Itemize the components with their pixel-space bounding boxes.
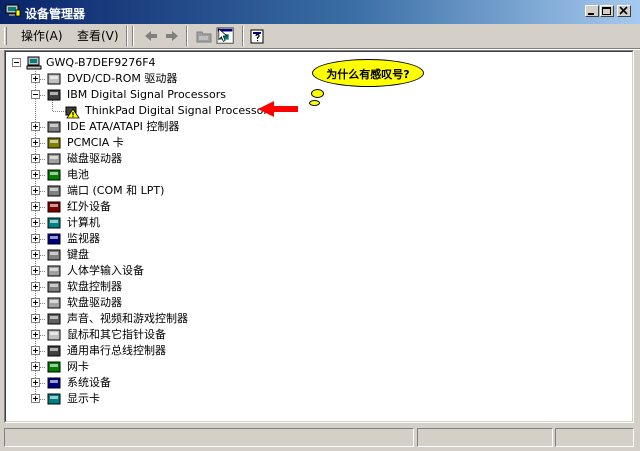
thought-bubble — [311, 89, 324, 98]
annotation-callout: 为什么有感叹号? — [312, 59, 424, 87]
menu-toolbar-bar: 操作(A) 查看(V) — [0, 24, 640, 49]
forward-arrow-icon[interactable] — [164, 27, 180, 45]
tree-root-label: GWQ-B7DEF9276F4 — [46, 56, 156, 69]
toolbar-separator — [186, 26, 188, 46]
properties-icon[interactable] — [215, 27, 237, 45]
tree-item-label: 磁盘驱动器 — [67, 152, 122, 165]
expand-toggle[interactable] — [31, 218, 40, 227]
tree-item-label: 监视器 — [67, 232, 100, 245]
pcmcia-icon — [47, 137, 61, 149]
disk-drive-icon — [47, 153, 61, 165]
close-button[interactable] — [617, 5, 631, 17]
floppy-drive-icon — [47, 297, 61, 309]
expand-toggle[interactable] — [31, 154, 40, 163]
maximize-button[interactable] — [600, 5, 614, 17]
collapse-toggle[interactable] — [31, 90, 40, 99]
collapse-toggle[interactable] — [12, 58, 21, 67]
infrared-icon — [47, 201, 61, 213]
expand-toggle[interactable] — [31, 346, 40, 355]
tree-item-label: 声音、视频和游戏控制器 — [67, 312, 188, 325]
monitor-icon — [47, 233, 61, 245]
expand-toggle[interactable] — [31, 282, 40, 291]
folder-icon[interactable] — [195, 27, 213, 45]
toolbar-separator — [126, 26, 128, 46]
toolbar-separator — [242, 26, 244, 46]
system-device-icon — [47, 377, 61, 389]
display-adapter-icon — [47, 393, 61, 405]
tree-child-label: ThinkPad Digital Signal Processor — [85, 104, 268, 117]
close-icon — [619, 6, 628, 15]
tree-item-label: 计算机 — [67, 216, 100, 229]
tree-item-label: 软盘驱动器 — [67, 296, 122, 309]
tree-item-label: 键盘 — [67, 248, 89, 261]
expand-toggle[interactable] — [31, 202, 40, 211]
help-icon[interactable] — [249, 27, 267, 45]
expand-toggle[interactable] — [31, 122, 40, 131]
computer-icon — [47, 217, 61, 229]
tree-item-label: 显示卡 — [67, 392, 100, 405]
status-bar-pane — [555, 428, 634, 447]
expand-toggle[interactable] — [31, 378, 40, 387]
tree-item-label: IBM Digital Signal Processors — [67, 88, 226, 101]
network-card-icon — [47, 361, 61, 373]
tree-item-label: 红外设备 — [67, 200, 111, 213]
red-arrow — [258, 101, 298, 117]
menu-action[interactable]: 操作(A) — [16, 27, 68, 45]
thought-bubble — [309, 100, 320, 106]
tree-item-label: 系统设备 — [67, 376, 111, 389]
port-icon — [47, 185, 61, 197]
back-arrow-icon[interactable] — [143, 27, 159, 45]
annotation-text: 为什么有感叹号? — [326, 68, 410, 81]
expand-toggle[interactable] — [31, 314, 40, 323]
device-manager-icon — [5, 4, 21, 17]
warning-device-icon — [65, 106, 80, 119]
minimize-icon — [588, 13, 594, 15]
expand-toggle[interactable] — [31, 330, 40, 339]
expand-toggle[interactable] — [31, 186, 40, 195]
menu-view[interactable]: 查看(V) — [72, 27, 124, 45]
status-bar-pane — [417, 428, 553, 447]
tree-item-label: 端口 (COM 和 LPT) — [67, 184, 165, 197]
tree-item-label: DVD/CD-ROM 驱动器 — [67, 72, 178, 85]
expand-toggle[interactable] — [31, 138, 40, 147]
floppy-controller-icon — [47, 281, 61, 293]
toolbar-separator — [132, 26, 134, 46]
hid-icon — [47, 265, 61, 277]
tree-item-label: 电池 — [67, 168, 89, 181]
ide-controller-icon — [47, 121, 61, 133]
window-title: 设备管理器 — [25, 7, 86, 21]
cdrom-icon — [47, 73, 61, 85]
tree-item-label: 鼠标和其它指针设备 — [67, 328, 166, 341]
tree-item-label: 网卡 — [67, 360, 89, 373]
expand-toggle[interactable] — [31, 74, 40, 83]
title-bar[interactable]: 设备管理器 — [0, 0, 640, 24]
computer-icon — [26, 56, 42, 70]
expand-toggle[interactable] — [31, 250, 40, 259]
expand-toggle[interactable] — [31, 170, 40, 179]
grip-handle[interactable] — [4, 27, 7, 45]
tree-item-label: PCMCIA 卡 — [67, 136, 124, 149]
sound-icon — [47, 313, 61, 325]
tree-item-label: IDE ATA/ATAPI 控制器 — [67, 120, 180, 133]
minimize-button[interactable] — [585, 5, 599, 17]
expand-toggle[interactable] — [31, 394, 40, 403]
expand-toggle[interactable] — [31, 266, 40, 275]
maximize-icon — [602, 7, 611, 15]
tree-item-label: 人体学输入设备 — [67, 264, 144, 277]
expand-toggle[interactable] — [31, 298, 40, 307]
device-tree-pane[interactable]: GWQ-B7DEF9276F4 DVD/CD-ROM 驱动器 IBM Digita… — [4, 50, 634, 423]
dsp-icon — [47, 89, 61, 101]
status-bar-pane — [4, 428, 414, 447]
battery-icon — [47, 169, 61, 181]
tree-item-label: 软盘控制器 — [67, 280, 122, 293]
keyboard-icon — [47, 249, 61, 261]
mouse-icon — [47, 329, 61, 341]
expand-toggle[interactable] — [31, 234, 40, 243]
tree-item-label: 通用串行总线控制器 — [67, 344, 166, 357]
expand-toggle[interactable] — [31, 362, 40, 371]
usb-icon — [47, 345, 61, 357]
